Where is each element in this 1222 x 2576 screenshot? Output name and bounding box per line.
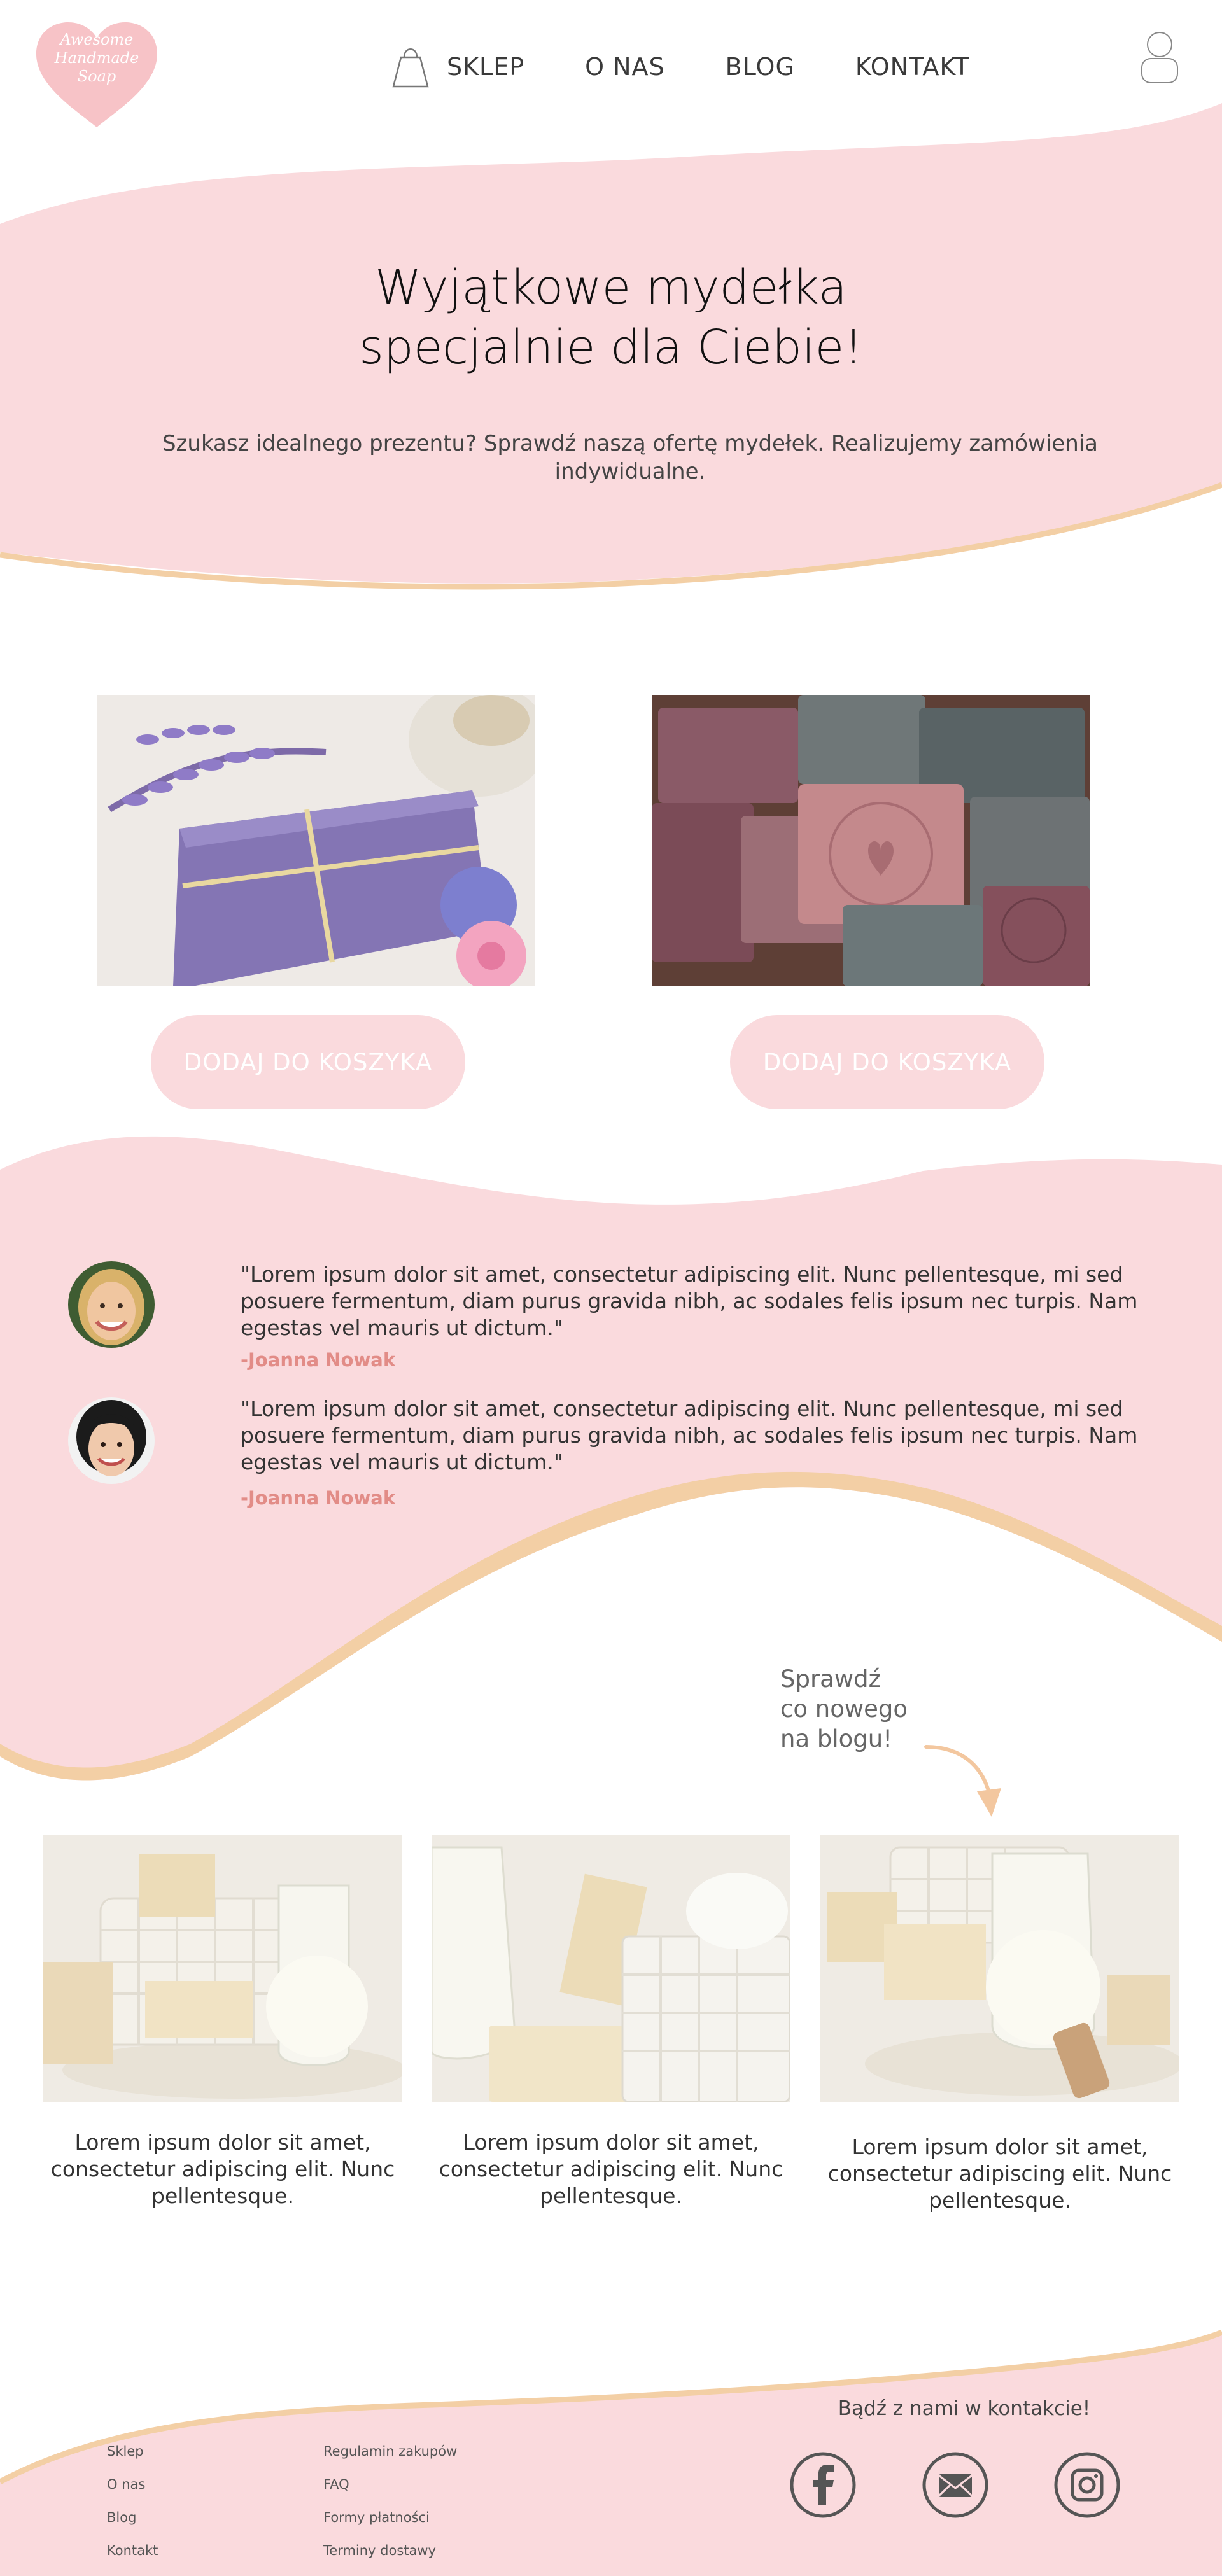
testimonial-author: -Joanna Nowak	[241, 1487, 396, 1509]
logo-text: Awesome Handmade Soap	[54, 31, 139, 85]
nav-shop-label: SKLEP	[447, 53, 525, 81]
facebook-icon[interactable]	[789, 2451, 857, 2519]
blog-post-caption[interactable]: Lorem ipsum dolor sit amet, consectetur …	[420, 2129, 802, 2209]
footer-link-delivery[interactable]: Terminy dostawy	[323, 2543, 436, 2558]
user-icon[interactable]	[1139, 31, 1180, 85]
footer-link-blog[interactable]: Blog	[107, 2510, 136, 2525]
testimonial-quote: "Lorem ipsum dolor sit amet, consectetur…	[241, 1396, 1138, 1474]
hero-subtitle: Szukasz idealnego prezentu? Sprawdź nasz…	[162, 431, 1099, 484]
footer-link-terms[interactable]: Regulamin zakupów	[323, 2444, 457, 2459]
add-to-cart-button[interactable]: DODAJ DO KOSZYKA	[151, 1015, 465, 1109]
nav-about[interactable]: O NAS	[585, 53, 665, 81]
nav-blog[interactable]: BLOG	[726, 53, 795, 81]
footer-link-contact[interactable]: Kontakt	[107, 2543, 158, 2558]
nav-contact[interactable]: KONTAKT	[855, 53, 970, 81]
avatar	[68, 1397, 155, 1484]
shopping-bag-icon	[392, 48, 429, 88]
nav-shop[interactable]: SKLEP	[388, 45, 524, 89]
footer-link-shop[interactable]: Sklep	[107, 2444, 144, 2459]
mail-icon[interactable]	[922, 2451, 989, 2519]
footer-link-faq[interactable]: FAQ	[323, 2477, 349, 2492]
blog-post-image[interactable]	[820, 1835, 1179, 2102]
avatar	[68, 1261, 155, 1348]
main-nav: SKLEP O NAS BLOG KONTAKT	[388, 45, 970, 89]
hero-title: Wyjątkowe mydełka specjalnie dla Ciebie!	[359, 260, 863, 375]
curved-arrow-icon	[924, 1745, 1001, 1817]
blog-post-caption[interactable]: Lorem ipsum dolor sit amet, consectetur …	[32, 2129, 414, 2209]
contact-heading: Bądź z nami w kontakcie!	[838, 2397, 1091, 2420]
product-image-lavender-soap[interactable]	[97, 695, 535, 986]
footer-link-about[interactable]: O nas	[107, 2477, 145, 2492]
instagram-icon[interactable]	[1053, 2451, 1121, 2519]
product-image-rose-soaps[interactable]	[652, 695, 1090, 986]
blog-post-image[interactable]	[43, 1835, 402, 2102]
add-to-cart-button[interactable]: DODAJ DO KOSZYKA	[730, 1015, 1044, 1109]
footer-link-payment[interactable]: Formy płatności	[323, 2510, 430, 2525]
blog-post-caption[interactable]: Lorem ipsum dolor sit amet, consectetur …	[809, 2134, 1191, 2214]
blog-post-image[interactable]	[432, 1835, 790, 2102]
testimonial-author: -Joanna Nowak	[241, 1349, 396, 1371]
testimonial-quote: "Lorem ipsum dolor sit amet, consectetur…	[241, 1262, 1138, 1340]
